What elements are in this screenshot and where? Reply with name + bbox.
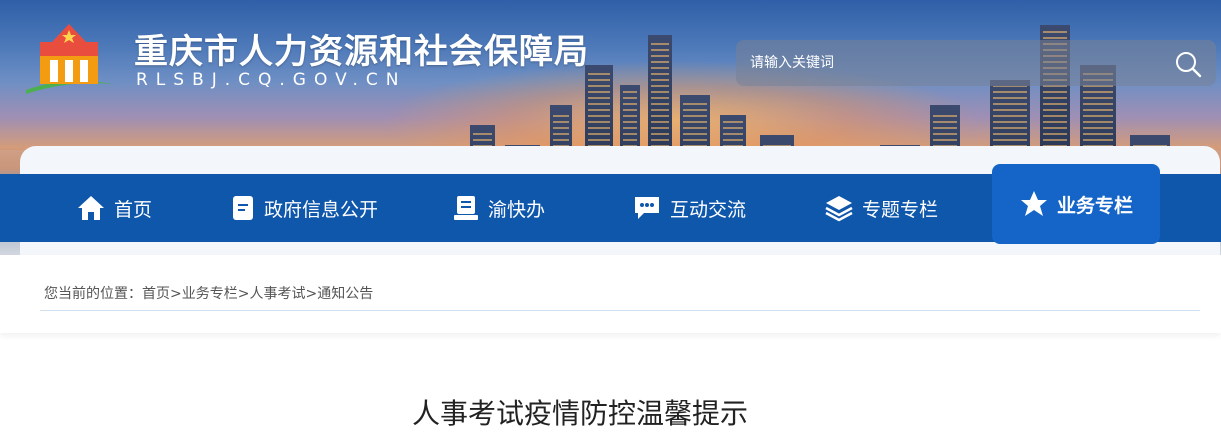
breadcrumb-link-exam[interactable]: 人事考试 xyxy=(249,286,305,302)
home-icon xyxy=(78,196,104,220)
nav-item-label: 首页 xyxy=(114,198,153,221)
breadcrumb-link-notice[interactable]: 通知公告 xyxy=(317,286,373,302)
star-icon xyxy=(1020,191,1047,216)
nav-item-home[interactable]: 首页 xyxy=(76,174,152,242)
handbook-icon xyxy=(454,196,478,220)
site-domain: RLSBJ.CQ.GOV.CN xyxy=(136,70,407,90)
search-input[interactable] xyxy=(736,40,1156,86)
search-icon[interactable] xyxy=(1174,50,1202,78)
nav-item-interaction[interactable]: 互动交流 xyxy=(632,174,746,242)
breadcrumb-separator: > xyxy=(237,286,250,302)
breadcrumb-divider xyxy=(40,310,1200,311)
chat-icon xyxy=(635,197,659,219)
layers-icon xyxy=(825,196,853,222)
nav-item-label: 业务专栏 xyxy=(1056,194,1133,217)
emblem-logo-icon xyxy=(26,24,114,94)
nav-item-label: 互动交流 xyxy=(670,198,747,221)
breadcrumb: 您当前的位置：首页>业务专栏>人事考试>通知公告 xyxy=(44,283,373,303)
breadcrumb-link-home[interactable]: 首页 xyxy=(142,286,170,302)
nav-item-business[interactable]: 业务专栏 xyxy=(992,164,1160,244)
breadcrumb-separator: > xyxy=(170,286,182,302)
search-bar xyxy=(736,40,1216,86)
nav-item-topics[interactable]: 专题专栏 xyxy=(824,174,938,242)
breadcrumb-section: 您当前的位置：首页>业务专栏>人事考试>通知公告 xyxy=(0,255,1221,333)
nav-item-label: 政府信息公开 xyxy=(264,198,379,221)
breadcrumb-separator: > xyxy=(305,286,318,302)
site-title: 重庆市人力资源和社会保障局 xyxy=(134,32,589,72)
nav-item-gov-info[interactable]: 政府信息公开 xyxy=(230,174,378,242)
nav-item-label: 专题专栏 xyxy=(862,198,939,221)
breadcrumb-link-business[interactable]: 业务专栏 xyxy=(182,286,238,302)
nav-item-yukuaiban[interactable]: 渝快办 xyxy=(452,174,545,242)
nav-item-label: 渝快办 xyxy=(488,198,546,221)
document-icon xyxy=(233,196,253,220)
article-title: 人事考试疫情防控温馨提示 xyxy=(411,397,748,430)
breadcrumb-prefix: 您当前的位置： xyxy=(44,286,142,302)
